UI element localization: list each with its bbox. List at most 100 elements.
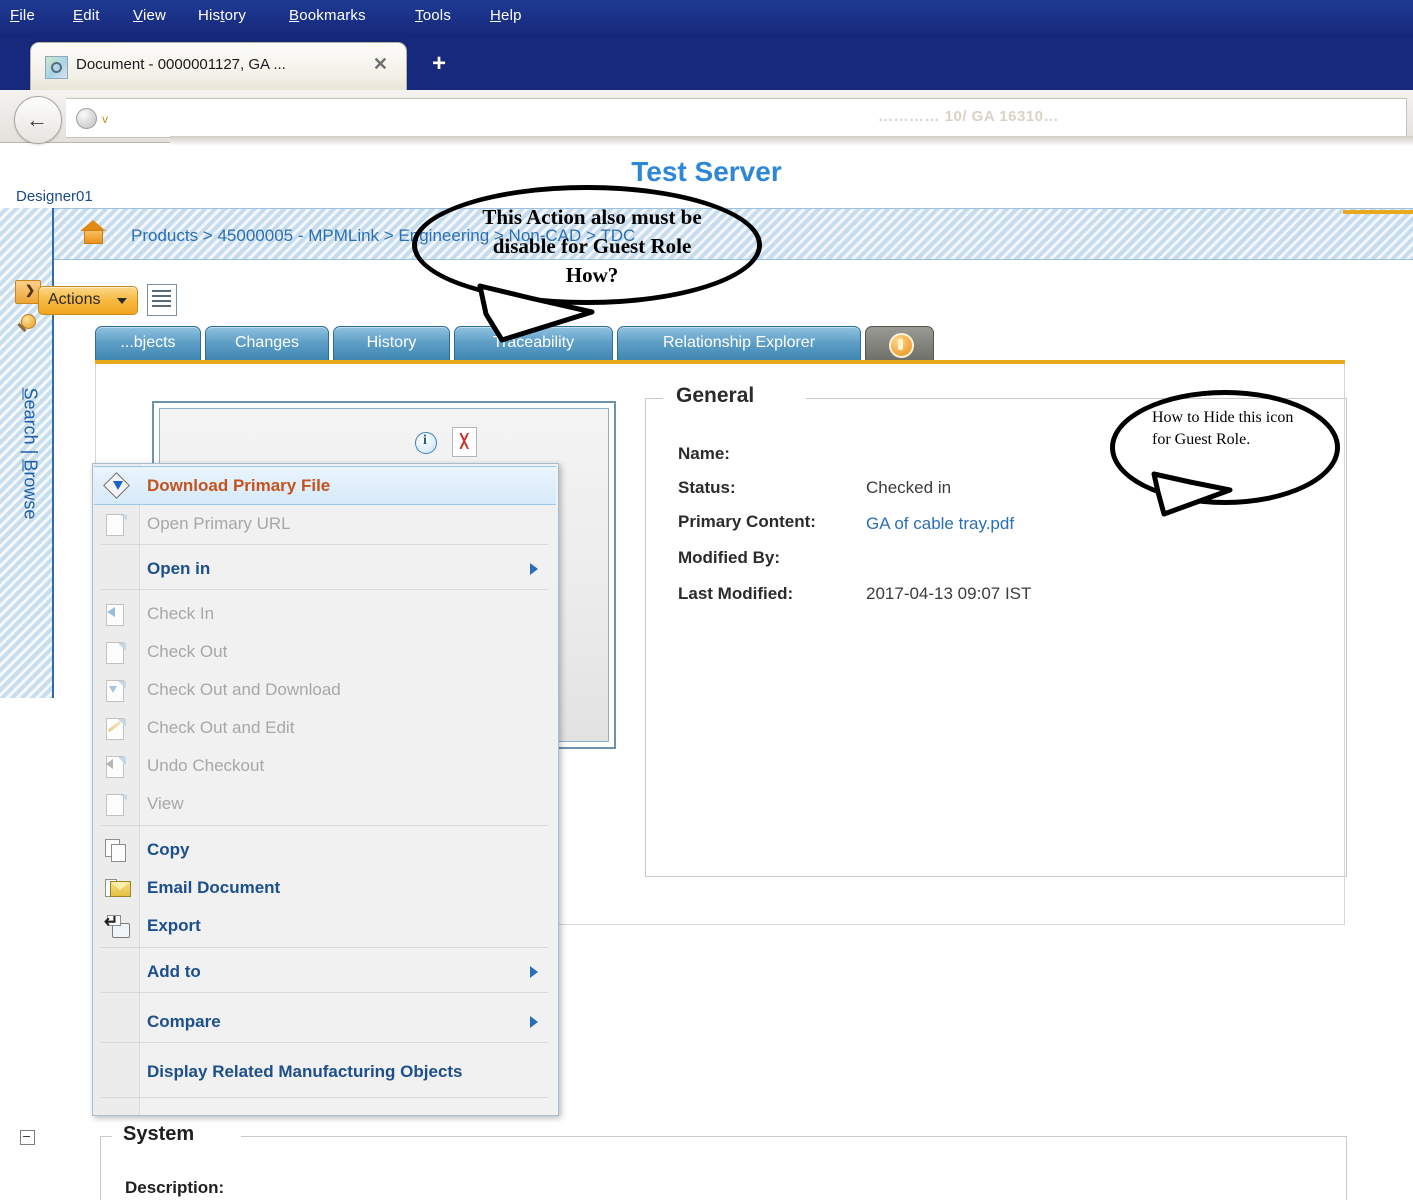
page-title: Test Server [631, 156, 782, 187]
menu-item-label: Export [147, 916, 201, 935]
chevron-right-icon [530, 563, 538, 575]
menu-item-label: Check Out and Download [147, 680, 341, 699]
copy-icon [104, 838, 130, 862]
general-legend: General [668, 384, 763, 408]
callout-text: This Action also must be disable for Gue… [482, 205, 702, 287]
menu-item-label: Add to [147, 962, 201, 981]
orb-glyph [889, 333, 914, 358]
menu-item-display-related-manufacturing-objects[interactable]: Display Related Manufacturing Objects [94, 1053, 556, 1090]
label-primary-content: Primary Content: [678, 512, 816, 531]
search-icon[interactable] [16, 314, 38, 336]
tab-bar: ...bjects Changes History Traceability R… [95, 326, 1345, 362]
menu-item-download-primary-file[interactable]: Download Primary File [94, 466, 556, 505]
menu-item-check-out-and-edit: Check Out and Edit [94, 709, 556, 746]
menu-tools[interactable]: Tools [415, 7, 451, 24]
info-icon[interactable] [415, 432, 437, 454]
value-last-modified: 2017-04-13 09:07 IST [866, 584, 1032, 603]
menu-bookmarks[interactable]: Bookmarks [289, 7, 366, 24]
browser-tab-strip: Document - 0000001127, GA ... ✕ + [0, 38, 1413, 91]
back-button[interactable]: ← [14, 96, 62, 144]
menu-item-undo-checkout: Undo Checkout [94, 747, 556, 784]
menu-item-open-primary-url: Open Primary URL [94, 505, 556, 542]
export-icon: ↵ [104, 913, 130, 938]
check-in-icon [104, 602, 130, 626]
label-status: Status: [678, 478, 736, 497]
screenshot-root: File Edit View History Bookmarks Tools H… [0, 0, 1413, 1200]
value-status: Checked in [866, 478, 952, 497]
address-bar-text: v [102, 112, 108, 126]
list-view-button[interactable] [147, 284, 177, 316]
menu-item-label: Check Out and Edit [147, 718, 295, 737]
tab-title: Document - 0000001127, GA ... [76, 56, 286, 73]
collapse-system-icon[interactable] [20, 1130, 35, 1145]
close-icon[interactable]: ✕ [373, 55, 388, 73]
menu-item-check-in: Check In [94, 595, 556, 632]
callout-tail [477, 283, 595, 343]
browser-menu-bar: File Edit View History Bookmarks Tools H… [0, 0, 1413, 38]
chevron-right-icon [530, 1016, 538, 1028]
view-icon [104, 792, 130, 816]
menu-item-add-to[interactable]: Add to [94, 953, 556, 990]
actions-button[interactable]: Actions [38, 286, 138, 315]
menu-item-label: Undo Checkout [147, 756, 265, 775]
label-description: Description: [125, 1178, 225, 1197]
menu-history[interactable]: History [198, 7, 246, 24]
menu-item-check-out-and-download: Check Out and Download [94, 671, 556, 708]
browser-tab[interactable]: Document - 0000001127, GA ... ✕ [30, 42, 407, 91]
menu-view[interactable]: View [133, 7, 166, 24]
menu-help[interactable]: Help [490, 7, 522, 24]
menu-file[interactable]: File [10, 7, 35, 24]
open-url-icon [104, 512, 130, 536]
callout-tail [1151, 471, 1233, 517]
menu-item-label: Copy [147, 840, 190, 859]
actions-dropdown-menu[interactable]: Download Primary File Open Primary URL O… [92, 463, 559, 1116]
address-bar[interactable]: v [66, 98, 1407, 138]
callout-text: How to Hide this icon for Guest Role. [1152, 409, 1294, 448]
menu-item-label: Open Primary URL [147, 514, 291, 533]
menu-item-compare[interactable]: Compare [94, 1003, 556, 1040]
check-out-icon [104, 640, 130, 664]
pdf-file-icon[interactable] [452, 427, 477, 457]
current-user-label: Designer01 [16, 188, 93, 205]
menu-item-label: Check Out [147, 642, 228, 661]
faded-url-text: ………… 10/ GA 16310… [878, 108, 1060, 125]
menu-item-export[interactable]: ↵ Export [94, 907, 556, 944]
menu-edit[interactable]: Edit [73, 7, 100, 24]
tab-objects[interactable]: ...bjects [95, 326, 201, 362]
chrome-shadow [170, 136, 1413, 146]
new-tab-button[interactable]: + [432, 52, 446, 76]
menu-item-label: View [147, 794, 184, 813]
label-last-modified: Last Modified: [678, 584, 794, 603]
menu-item-copy[interactable]: Copy [94, 831, 556, 868]
label-modified-by: Modified By: [678, 548, 780, 567]
home-icon[interactable] [80, 220, 107, 245]
check-out-download-icon [104, 678, 130, 702]
tab-relationship-explorer[interactable]: Relationship Explorer [617, 326, 861, 362]
system-legend: System [117, 1123, 201, 1146]
tab-favicon-icon [45, 56, 68, 79]
menu-item-label: Check In [147, 604, 215, 623]
tab-history[interactable]: History [333, 326, 450, 362]
home-body [84, 230, 103, 244]
menu-item-email-document[interactable]: Email Document [94, 869, 556, 906]
email-icon [104, 876, 131, 900]
label-name: Name: [678, 444, 730, 463]
globe-icon [76, 108, 97, 129]
web-page: Test Server Designer01 Search | Browse P… [0, 146, 1413, 1200]
menu-item-label: Email Document [147, 878, 281, 897]
refresh-orb-icon[interactable] [865, 326, 934, 362]
menu-item-label: Display Related Manufacturing Objects [147, 1062, 463, 1081]
actions-button-label: Actions [48, 291, 101, 308]
chevron-right-icon [530, 966, 538, 978]
download-diamond-icon [103, 472, 130, 499]
left-rail: Search | Browse [0, 208, 54, 698]
menu-item-view: View [94, 785, 556, 822]
menu-item-open-in[interactable]: Open in [94, 550, 556, 587]
menu-item-label: Download Primary File [147, 476, 331, 495]
menu-item-check-out: Check Out [94, 633, 556, 670]
value-primary-content[interactable]: GA of cable tray.pdf [866, 514, 1014, 534]
tab-changes[interactable]: Changes [205, 326, 329, 362]
menu-item-label: Open in [147, 559, 211, 578]
search-browse-label[interactable]: Search | Browse [20, 384, 41, 524]
menu-item-label: Compare [147, 1012, 221, 1031]
